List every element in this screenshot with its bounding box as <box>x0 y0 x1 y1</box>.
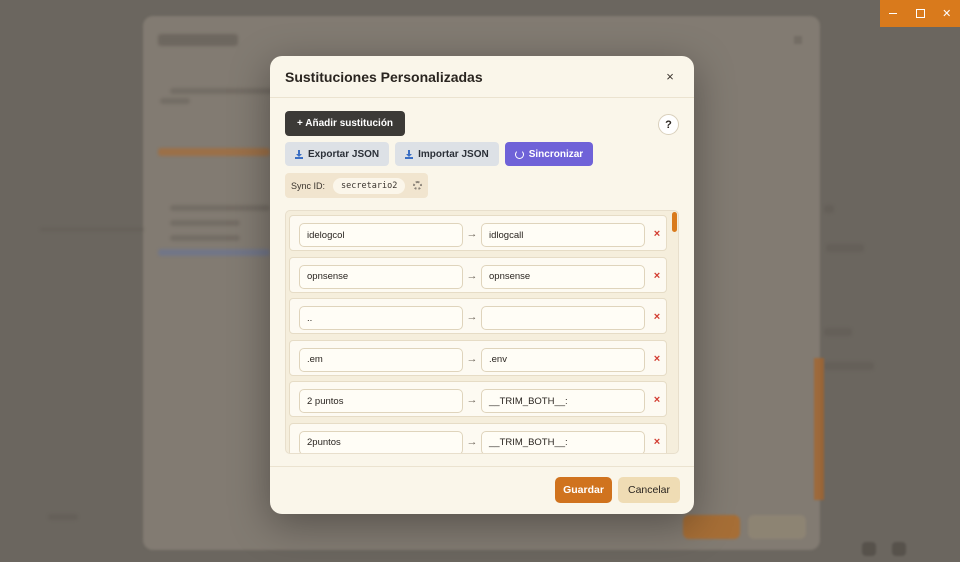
sync-label: Sincronizar <box>528 148 584 160</box>
gear-icon[interactable] <box>413 181 423 190</box>
import-json-label: Importar JSON <box>418 148 489 160</box>
background-icon <box>862 542 876 556</box>
download-icon <box>295 149 303 159</box>
delete-row-button[interactable]: × <box>650 227 664 241</box>
background-text <box>826 244 864 252</box>
background-text <box>158 249 270 256</box>
upload-icon <box>405 149 414 159</box>
sync-id-box: Sync ID: secretario2 <box>285 173 429 198</box>
scrollbar-thumb[interactable] <box>672 212 677 232</box>
substitution-row: 2 puntos → __TRIM_BOTH__: × <box>289 381 667 417</box>
delete-row-button[interactable]: × <box>650 269 664 283</box>
from-input[interactable]: .em <box>299 347 463 372</box>
substitutions-dialog: Sustituciones Personalizadas × + Añadir … <box>270 56 694 514</box>
to-input[interactable]: __TRIM_BOTH__: <box>481 430 645 453</box>
background-icon <box>892 542 906 556</box>
background-text <box>170 88 280 94</box>
close-window-button[interactable]: ✕ <box>933 0 960 27</box>
dialog-footer: Guardar Cancelar <box>270 466 694 514</box>
delete-row-button[interactable]: × <box>650 435 664 449</box>
background-scrollbar <box>814 358 824 500</box>
sync-id-label: Sync ID: <box>291 180 326 191</box>
background-text <box>824 362 874 370</box>
from-input[interactable]: .. <box>299 306 463 330</box>
arrow-right-icon: → <box>466 228 478 240</box>
export-json-label: Exportar JSON <box>308 148 380 160</box>
delete-row-button[interactable]: × <box>650 310 664 324</box>
from-input[interactable]: opnsense <box>299 264 463 289</box>
dialog-title: Sustituciones Personalizadas <box>285 68 483 85</box>
help-button[interactable]: ? <box>658 114 679 135</box>
cancel-button[interactable]: Cancelar <box>618 477 680 503</box>
background-close-icon <box>794 36 802 44</box>
background-text <box>170 220 240 226</box>
window-controls: ✕ <box>880 0 960 27</box>
sync-id-value[interactable]: secretario2 <box>333 177 406 194</box>
substitution-row: opnsense → opnsense × <box>289 256 667 293</box>
sync-button[interactable]: Sincronizar <box>504 142 594 166</box>
from-input[interactable]: idelogcol <box>299 223 463 247</box>
delete-row-button[interactable]: × <box>650 352 664 366</box>
background-text <box>170 205 270 211</box>
from-input[interactable]: 2 puntos <box>299 389 463 413</box>
from-input[interactable]: 2puntos <box>299 430 463 453</box>
arrow-right-icon: → <box>466 311 478 323</box>
arrow-right-icon: → <box>466 269 478 282</box>
arrow-right-icon: → <box>466 435 478 448</box>
close-icon[interactable]: × <box>661 68 679 86</box>
substitution-row: .em → .env × <box>289 339 667 376</box>
maximize-button[interactable] <box>907 0 934 27</box>
background-title <box>158 34 238 46</box>
background-text <box>824 205 834 213</box>
delete-row-button[interactable]: × <box>650 393 664 407</box>
to-input[interactable]: __TRIM_BOTH__: <box>481 389 645 413</box>
substitution-row: idelogcol → idlogcall × <box>289 215 667 251</box>
action-buttons: Exportar JSON Importar JSON Sincronizar <box>285 142 594 166</box>
substitution-list[interactable]: idelogcol → idlogcall × opnsense → opnsense ×..… <box>285 210 679 454</box>
background-text <box>48 514 78 520</box>
background-text <box>40 228 144 231</box>
background-text <box>170 235 240 241</box>
scrollbar[interactable] <box>671 211 678 453</box>
background-save-button <box>683 515 740 539</box>
dialog-header: Sustituciones Personalizadas × <box>270 56 694 98</box>
background-text <box>160 98 190 104</box>
to-input[interactable]: .env <box>481 347 645 372</box>
to-input[interactable]: opnsense <box>481 264 645 289</box>
substitution-row: .. → × <box>289 298 667 334</box>
add-substitution-button[interactable]: + Añadir sustitución <box>285 111 406 136</box>
export-json-button[interactable]: Exportar JSON <box>285 142 390 166</box>
save-button[interactable]: Guardar <box>555 477 612 503</box>
to-input[interactable]: idlogcall <box>481 223 645 247</box>
import-json-button[interactable]: Importar JSON <box>395 142 499 166</box>
to-input[interactable] <box>481 306 645 330</box>
arrow-right-icon: → <box>466 394 478 406</box>
background-cancel-button <box>748 515 806 539</box>
substitution-row: 2puntos → __TRIM_BOTH__: × <box>289 422 667 453</box>
arrow-right-icon: → <box>466 352 478 365</box>
minimize-button[interactable] <box>880 0 907 27</box>
background-text <box>158 148 270 156</box>
sync-icon <box>514 149 524 159</box>
background-text <box>824 328 852 336</box>
